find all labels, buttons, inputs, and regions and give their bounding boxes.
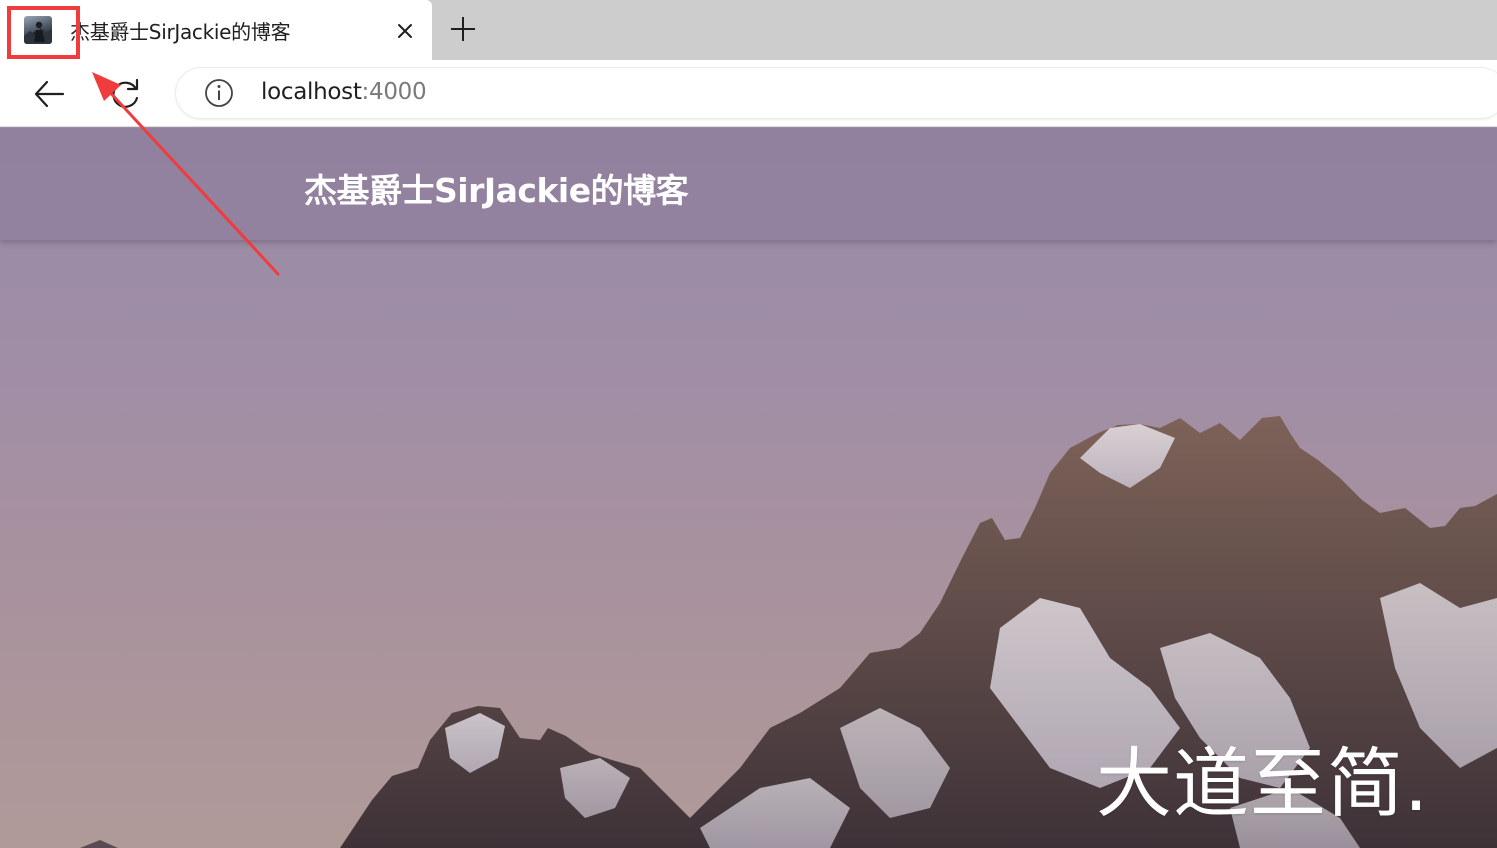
url-host: localhost bbox=[261, 79, 362, 105]
close-icon[interactable] bbox=[392, 18, 418, 44]
browser-toolbar: localhost:4000 bbox=[0, 60, 1497, 127]
address-bar[interactable]: localhost:4000 bbox=[176, 68, 1497, 118]
back-button[interactable] bbox=[29, 74, 69, 114]
avatar-favicon-icon bbox=[24, 16, 52, 44]
site-title-link[interactable]: 杰基爵士SirJackie的博客 bbox=[304, 164, 689, 212]
plus-icon bbox=[451, 17, 475, 41]
reload-icon bbox=[112, 78, 139, 108]
back-arrow-icon bbox=[34, 80, 65, 108]
hero-slogan: 大道至简. bbox=[1096, 739, 1430, 828]
url-text[interactable]: localhost:4000 bbox=[261, 79, 427, 105]
info-icon[interactable] bbox=[204, 78, 234, 108]
page-viewport: 杰基爵士SirJackie的博客 大道至简. bbox=[0, 128, 1497, 848]
tab-strip: 杰基爵士SirJackie的博客 bbox=[0, 0, 1497, 60]
reload-button[interactable] bbox=[106, 74, 146, 114]
site-header: 杰基爵士SirJackie的博客 bbox=[0, 128, 1497, 240]
url-port: :4000 bbox=[361, 79, 427, 105]
tab-title: 杰基爵士SirJackie的博客 bbox=[70, 20, 291, 44]
new-tab-button[interactable] bbox=[446, 12, 480, 46]
browser-tab[interactable]: 杰基爵士SirJackie的博客 bbox=[0, 0, 432, 60]
